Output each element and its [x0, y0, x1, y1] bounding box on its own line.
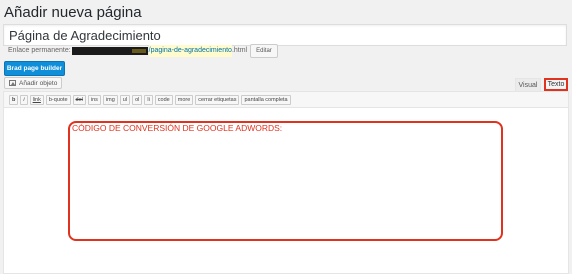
annotation-highlight-box: [68, 121, 503, 241]
qt-ol-button[interactable]: ol: [132, 94, 143, 105]
qt-bold-button[interactable]: b: [9, 94, 19, 105]
qt-code-button[interactable]: code: [154, 94, 173, 105]
qt-del-button[interactable]: del: [72, 94, 86, 105]
edit-permalink-button[interactable]: Editar: [250, 44, 278, 58]
qt-link-button[interactable]: link: [29, 94, 44, 105]
permalink-suffix: .html: [231, 47, 248, 54]
permalink-label: Enlace permanente:: [8, 47, 71, 54]
permalink-slug[interactable]: /pagina-de-agradecimiento: [148, 45, 232, 57]
add-media-button[interactable]: Añadir objeto: [4, 77, 63, 89]
annotation-label: CÓDIGO DE CONVERSIÓN DE GOOGLE ADWORDS:: [72, 123, 283, 133]
qt-img-button[interactable]: img: [102, 94, 118, 105]
page-builder-button[interactable]: Brad page builder: [4, 61, 65, 76]
page-title: Añadir nueva página: [4, 4, 142, 21]
qt-fullscreen-button[interactable]: pantalla completa: [241, 94, 291, 105]
quicktags-toolbar: b i link b-quote del ins img ul ol li co…: [4, 92, 568, 108]
qt-blockquote-button[interactable]: b-quote: [45, 94, 71, 105]
permalink-domain-redacted: [71, 47, 148, 55]
qt-italic-button[interactable]: i: [20, 94, 28, 105]
permalink-row: Enlace permanente: /pagina-de-agradecimi…: [8, 44, 278, 58]
tab-visual[interactable]: Visual: [515, 78, 541, 91]
qt-more-button[interactable]: more: [174, 94, 194, 105]
tab-text[interactable]: Texto: [544, 78, 568, 91]
media-icon: [9, 80, 16, 86]
qt-close-tags-button[interactable]: cerrar etiquetas: [195, 94, 240, 105]
qt-li-button[interactable]: li: [144, 94, 153, 105]
qt-ins-button[interactable]: ins: [87, 94, 101, 105]
add-media-label: Añadir objeto: [19, 79, 58, 87]
post-title-input[interactable]: [3, 24, 567, 46]
qt-ul-button[interactable]: ul: [119, 94, 131, 105]
